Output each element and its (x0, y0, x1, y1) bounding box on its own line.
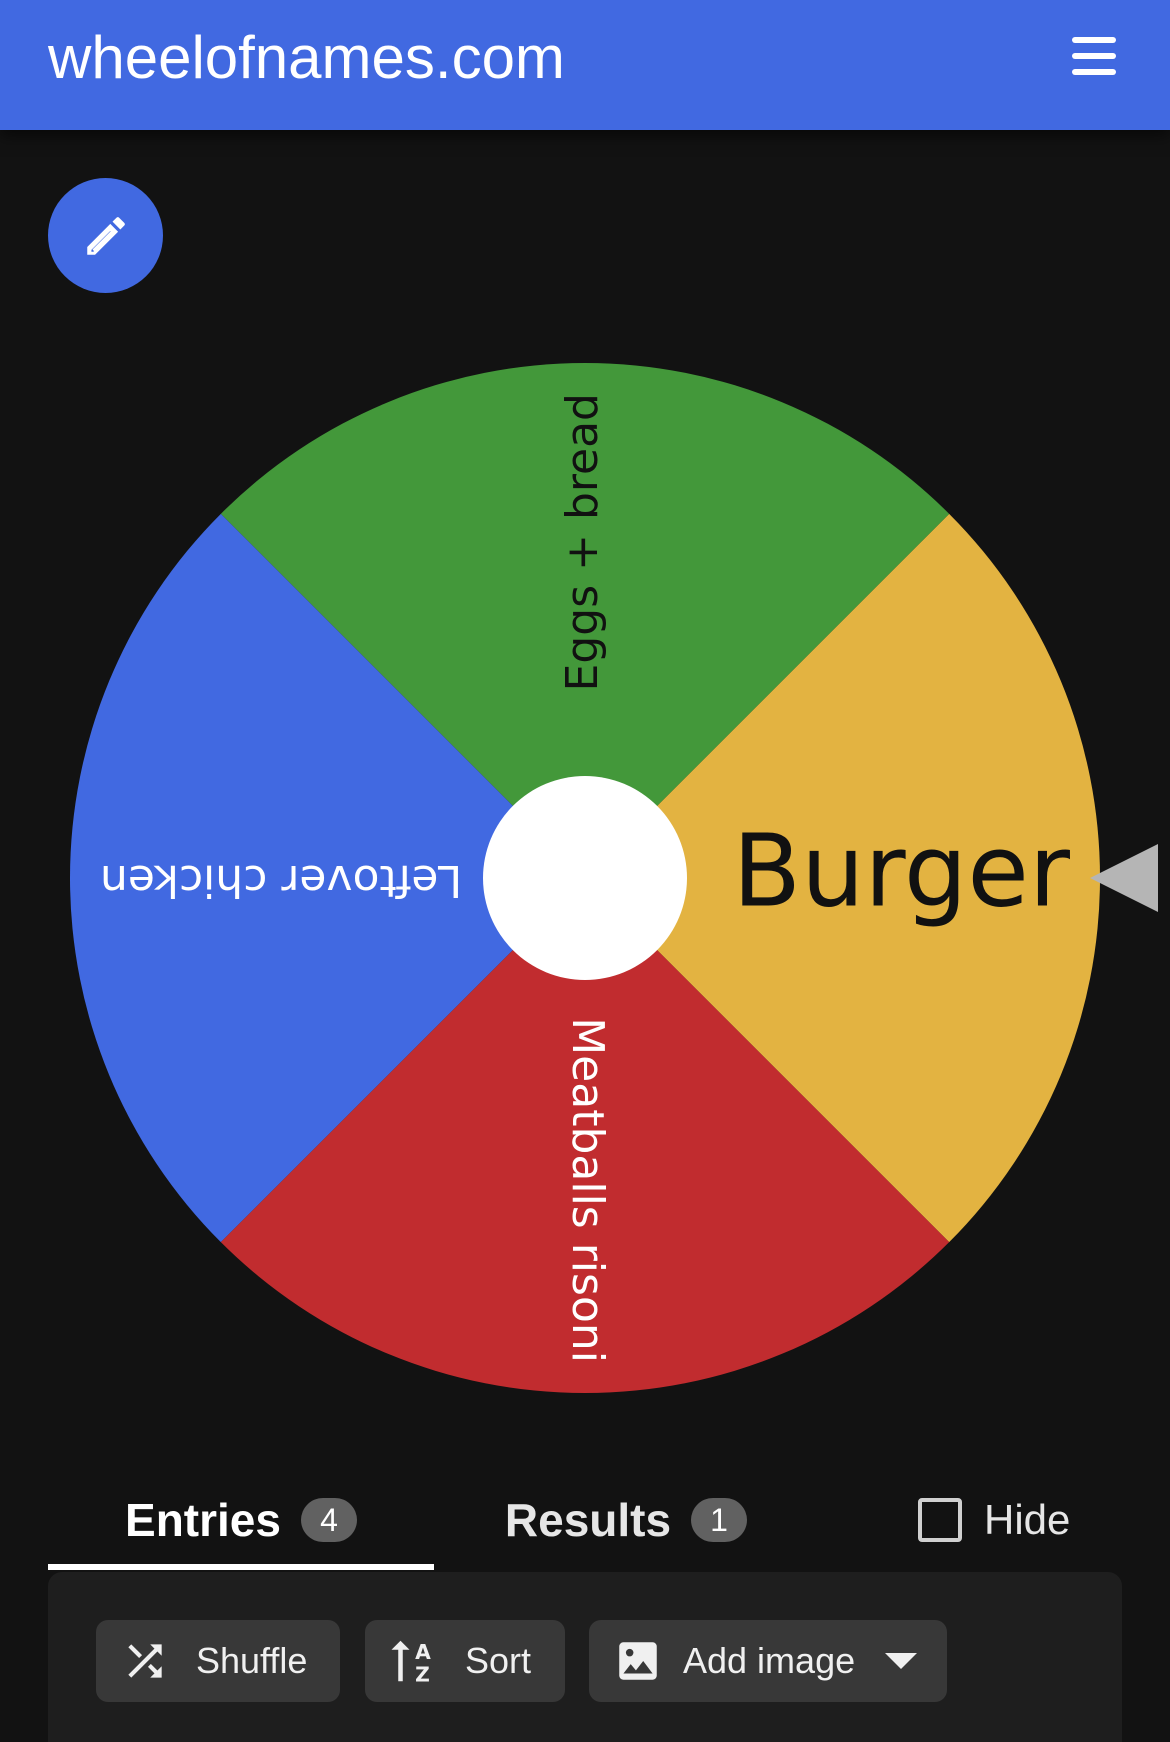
menu-line (1072, 37, 1116, 43)
edit-wheel-button[interactable] (48, 178, 163, 293)
caret-down-icon[interactable] (885, 1653, 918, 1669)
image-icon (611, 1634, 665, 1688)
add-image-button[interactable]: Add image (589, 1620, 947, 1702)
tab-entries-label: Entries (125, 1494, 281, 1546)
entries-panel: Shuffle A Z Sort Add image (48, 1572, 1122, 1742)
pencil-icon (86, 216, 125, 255)
active-tab-indicator (48, 1564, 434, 1570)
top-app-bar: wheelofnames.com (0, 0, 1170, 130)
wheel-center-hub[interactable] (483, 776, 687, 980)
tab-results-label: Results (504, 1494, 672, 1546)
menu-line (1072, 69, 1116, 75)
hide-label: Hide (984, 1496, 1071, 1543)
shuffle-label: Shuffle (196, 1640, 308, 1681)
svg-text:Z: Z (415, 1662, 430, 1686)
sort-alpha-icon: A Z (387, 1634, 441, 1688)
entries-count-badge: 4 (300, 1498, 357, 1542)
add-image-label: Add image (683, 1640, 856, 1681)
menu-line (1072, 53, 1116, 59)
tab-entries[interactable]: Entries 4 (48, 1470, 434, 1570)
tab-results[interactable]: Results 1 (434, 1470, 818, 1570)
shuffle-icon (118, 1634, 172, 1688)
shuffle-button[interactable]: Shuffle (96, 1620, 340, 1702)
wheel-segment-label: Eggs + bread (557, 393, 608, 691)
wheel-segment-label: Meatballs risoni (562, 1017, 613, 1363)
hamburger-menu-icon[interactable] (1072, 30, 1124, 82)
wheel-segment-label: Leftover chicken (100, 855, 462, 906)
results-count-badge: 1 (691, 1498, 748, 1542)
sort-button[interactable]: A Z Sort (365, 1620, 565, 1702)
site-title[interactable]: wheelofnames.com (48, 18, 565, 98)
hide-checkbox[interactable] (918, 1498, 962, 1542)
wheel-segment-label: Burger (733, 812, 1071, 929)
entries-results-tabs: Entries 4 Results 1 Hide (48, 1470, 1122, 1570)
wheel-area: Burger Eggs + bread Leftover chicken Meatba… (0, 340, 1170, 1420)
sort-label: Sort (465, 1640, 532, 1681)
triangle-pointer-icon (1090, 844, 1158, 912)
name-wheel[interactable]: Burger Eggs + bread Leftover chicken Meatba… (0, 340, 1170, 1420)
hide-checkbox-toggle[interactable]: Hide (918, 1470, 1122, 1570)
svg-text:A: A (415, 1640, 431, 1664)
